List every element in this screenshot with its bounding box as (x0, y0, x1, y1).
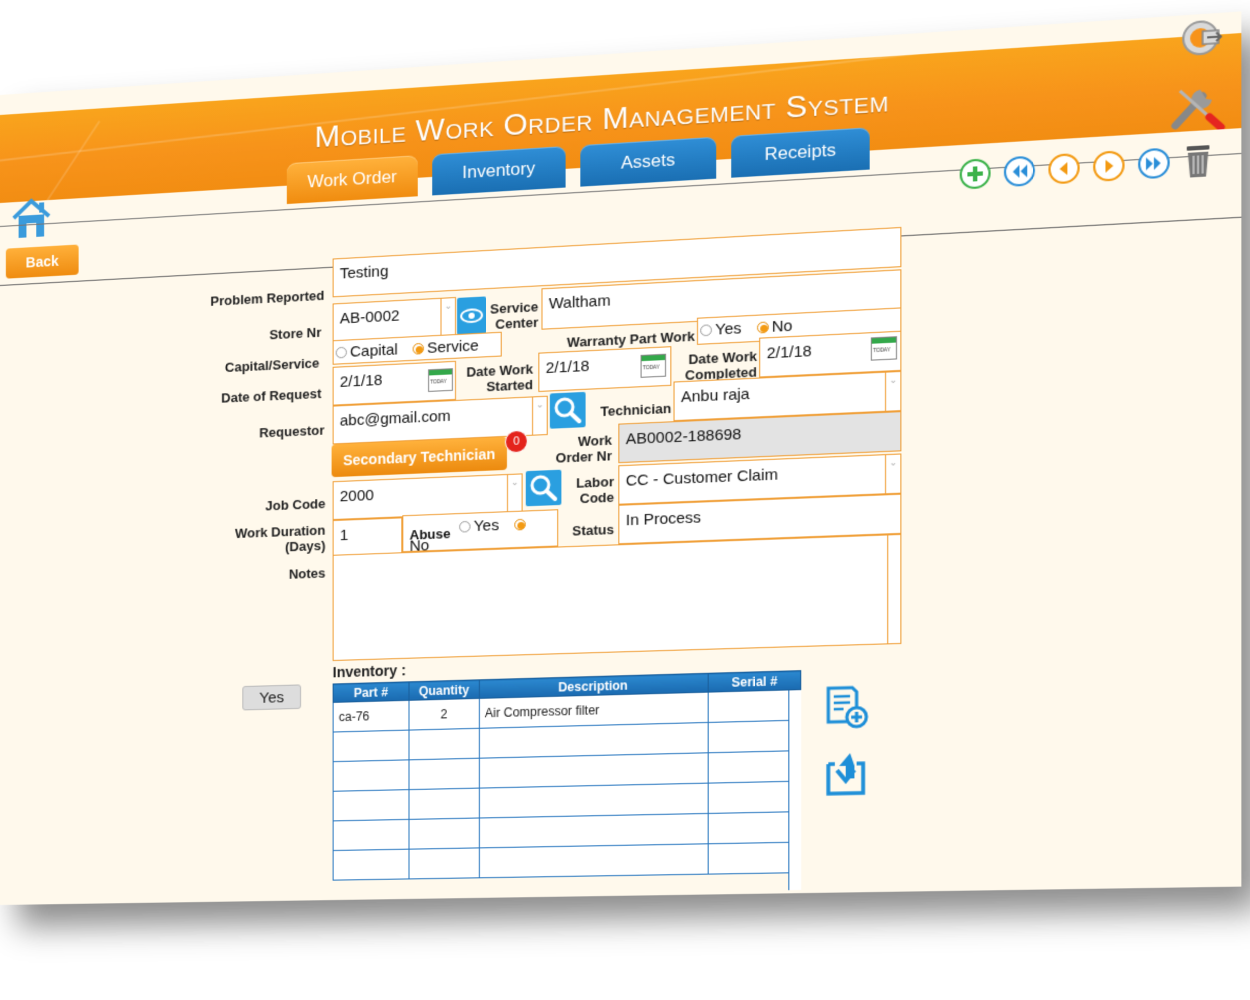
abuse-group: Abuse Yes No (402, 509, 558, 552)
col-serial: Serial # (708, 671, 800, 692)
inventory-table: Part # Quantity Description Serial # ca-… (333, 670, 802, 881)
store-nr-value: AB-0002 (340, 307, 400, 328)
date-work-started-input[interactable]: 2/1/18 TODAY (538, 346, 671, 392)
part-cell: ca-76 (333, 700, 409, 732)
work-order-nr-label: Work Order Nr (547, 432, 612, 466)
app-window: Mobile Work Order Management System Work… (0, 11, 1241, 905)
next-record-icon[interactable] (1092, 149, 1126, 183)
chevron-down-icon: ⌄ (507, 474, 522, 512)
date-work-completed-value: 2/1/18 (767, 342, 812, 362)
import-icon[interactable] (824, 748, 868, 797)
tab-inventory[interactable]: Inventory (432, 146, 565, 195)
stage: Mobile Work Order Management System Work… (0, 0, 1250, 1000)
tab-work-order[interactable]: Work Order (287, 155, 418, 204)
search-icon (550, 392, 586, 429)
labor-code-value: CC - Customer Claim (626, 466, 778, 490)
work-duration-value: 1 (340, 527, 349, 545)
technician-label: Technician (591, 400, 672, 419)
date-work-started-value: 2/1/18 (546, 357, 590, 377)
chevron-down-icon: ⌄ (532, 397, 547, 435)
search-requestor-button[interactable] (550, 392, 586, 429)
calendar-today-icon[interactable]: TODAY (428, 368, 453, 392)
date-work-completed-input[interactable]: 2/1/18 TODAY (759, 331, 901, 378)
eye-icon (457, 296, 486, 335)
inventory-scrollbar[interactable] (788, 690, 801, 890)
status-value: In Process (626, 509, 701, 530)
tab-receipts[interactable]: Receipts (731, 127, 869, 177)
problem-reported-value: Testing (340, 263, 389, 283)
service-center-label: Service Center (486, 299, 538, 333)
labor-code-label: Labor Code (568, 474, 614, 507)
work-duration-label: Work Duration (Days) (228, 522, 325, 556)
warranty-no-radio[interactable] (757, 321, 769, 333)
abuse-yes-label: Yes (474, 517, 499, 536)
labor-code-label-line1: Labor (568, 474, 614, 491)
date-of-request-value: 2/1/18 (340, 372, 383, 391)
settings-tools-icon[interactable] (1169, 79, 1226, 132)
warranty-no-label: No (772, 317, 793, 336)
search-job-code-button[interactable] (526, 470, 562, 507)
date-of-request-input[interactable]: 2/1/18 TODAY (333, 361, 456, 406)
notes-label: Notes (269, 565, 326, 582)
yes-button[interactable]: Yes (242, 684, 301, 710)
labor-code-label-line2: Code (568, 489, 614, 506)
secondary-technician-count-badge: 0 (505, 430, 528, 454)
secondary-technician-button[interactable]: Secondary Technician (332, 437, 507, 477)
inventory-title: Inventory : (333, 662, 406, 681)
back-button[interactable]: Back (6, 244, 79, 278)
capital-service-label: Capital/Service (208, 355, 319, 376)
chevron-down-icon: ⌄ (885, 372, 900, 411)
notes-scrollbar[interactable] (887, 535, 900, 643)
status-label: Status (561, 522, 614, 540)
abuse-label: Abuse (410, 526, 451, 543)
requestor-label: Requestor (228, 422, 324, 442)
calendar-today-icon[interactable]: TODAY (641, 354, 666, 378)
first-record-icon[interactable] (1003, 154, 1036, 188)
service-center-label-line2: Center (486, 314, 538, 332)
add-icon[interactable] (959, 157, 992, 191)
abuse-yes-radio[interactable] (459, 521, 470, 533)
home-icon[interactable] (10, 196, 53, 241)
requestor-value: abc@gmail.com (340, 407, 451, 429)
logout-icon[interactable] (1180, 15, 1225, 61)
date-work-started-label: Date Work Started (458, 361, 533, 396)
technician-value: Anbu raja (681, 385, 750, 406)
service-radio[interactable] (412, 343, 423, 355)
capital-option-label: Capital (350, 341, 398, 361)
warranty-yes-radio[interactable] (700, 324, 712, 336)
abuse-no-radio[interactable] (514, 519, 525, 531)
work-order-nr-label-line2: Order Nr (547, 448, 612, 466)
calendar-today-icon[interactable]: TODAY (871, 336, 897, 361)
previous-record-icon[interactable] (1047, 152, 1081, 186)
chevron-down-icon: ⌄ (440, 298, 454, 336)
record-navigation (959, 143, 1214, 192)
notes-textarea[interactable] (333, 534, 902, 661)
warranty-yes-label: Yes (715, 320, 741, 339)
date-of-request-label: Date of Request (198, 386, 321, 407)
tab-assets[interactable]: Assets (580, 137, 716, 187)
quantity-cell: 2 (409, 698, 479, 730)
capital-radio[interactable] (336, 347, 347, 359)
job-code-label: Job Code (244, 496, 325, 515)
work-order-nr-value: AB0002-188698 (626, 426, 742, 449)
service-option-label: Service (427, 337, 479, 357)
add-inventory-row-icon[interactable] (824, 683, 870, 731)
serial-cell (708, 690, 800, 723)
problem-reported-label: Problem Reported (188, 288, 324, 311)
search-icon (526, 470, 562, 507)
chevron-down-icon: ⌄ (885, 455, 900, 494)
job-code-value: 2000 (340, 487, 374, 506)
work-duration-input[interactable]: 1 (333, 517, 403, 556)
trash-icon[interactable] (1182, 143, 1214, 179)
last-record-icon[interactable] (1137, 146, 1171, 180)
col-part: Part # (333, 682, 409, 703)
col-quantity: Quantity (409, 680, 479, 700)
view-store-button[interactable] (457, 296, 486, 335)
service-center-value: Waltham (549, 292, 611, 313)
store-nr-label: Store Nr (228, 324, 321, 344)
